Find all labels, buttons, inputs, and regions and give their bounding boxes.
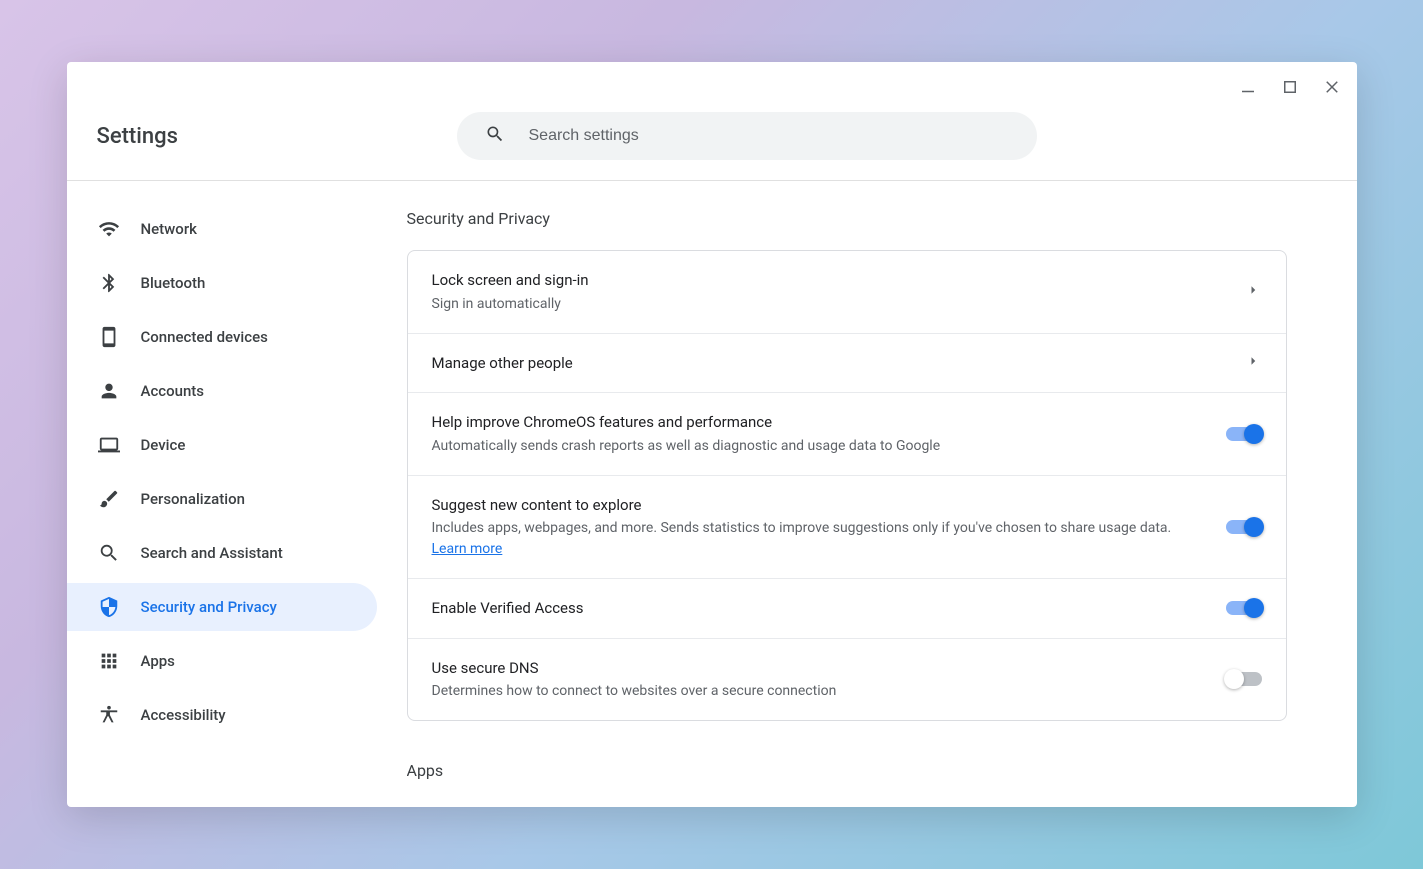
row-desc: Includes apps, webpages, and more. Sends… (432, 518, 1206, 560)
sidebar-item-label: Device (141, 436, 186, 454)
close-button[interactable] (1323, 78, 1341, 96)
settings-window: Settings Network Bluetooth Connected devic… (67, 62, 1357, 807)
toggle-help-improve[interactable] (1226, 427, 1262, 441)
row-text: Manage other people (432, 352, 1244, 375)
sidebar-item-network[interactable]: Network (67, 205, 377, 253)
row-text: Use secure DNSDetermines how to connect … (432, 657, 1226, 703)
row-text: Suggest new content to exploreIncludes a… (432, 494, 1226, 561)
chevron-wrap (1244, 281, 1262, 303)
row-manage-people[interactable]: Manage other people (408, 334, 1286, 394)
brush-icon (97, 487, 121, 511)
toggle-secure-dns[interactable] (1226, 672, 1262, 686)
laptop-icon (97, 433, 121, 457)
close-icon (1323, 78, 1341, 96)
toggle-knob (1244, 424, 1264, 444)
maximize-icon (1281, 78, 1299, 96)
sidebar-item-connected-devices[interactable]: Connected devices (67, 313, 377, 361)
sidebar-item-label: Network (141, 220, 197, 238)
maximize-button[interactable] (1281, 78, 1299, 96)
sidebar-item-personalization[interactable]: Personalization (67, 475, 377, 523)
section-title: Security and Privacy (407, 209, 1287, 228)
minimize-button[interactable] (1239, 78, 1257, 96)
row-secure-dns[interactable]: Use secure DNSDetermines how to connect … (408, 639, 1286, 721)
sidebar-item-apps[interactable]: Apps (67, 637, 377, 685)
page-title: Settings (97, 124, 457, 149)
apps-icon (97, 649, 121, 673)
chevron-right-icon (1244, 352, 1262, 370)
content: Security and Privacy Lock screen and sig… (407, 181, 1357, 807)
header: Settings (67, 112, 1357, 181)
sidebar-item-security-privacy[interactable]: Security and Privacy (67, 583, 377, 631)
toggle-knob (1224, 669, 1244, 689)
person-icon (97, 379, 121, 403)
row-desc: Sign in automatically (432, 294, 1224, 315)
sidebar-item-accessibility[interactable]: Accessibility (67, 691, 377, 739)
sidebar-item-label: Accounts (141, 382, 205, 400)
row-desc: Automatically sends crash reports as wel… (432, 436, 1206, 457)
chevron-wrap (1244, 352, 1262, 374)
settings-card: Lock screen and sign-inSign in automatic… (407, 250, 1287, 721)
sidebar-item-label: Accessibility (141, 706, 226, 724)
sidebar-item-accounts[interactable]: Accounts (67, 367, 377, 415)
row-lock-screen[interactable]: Lock screen and sign-inSign in automatic… (408, 251, 1286, 334)
sidebar-item-label: Bluetooth (141, 274, 206, 292)
minimize-icon (1239, 78, 1257, 96)
row-title: Lock screen and sign-in (432, 269, 1224, 292)
toggle-suggest-content[interactable] (1226, 520, 1262, 534)
toggle-knob (1244, 517, 1264, 537)
row-title: Help improve ChromeOS features and perfo… (432, 411, 1206, 434)
row-help-improve[interactable]: Help improve ChromeOS features and perfo… (408, 393, 1286, 476)
sidebar-item-label: Apps (141, 652, 175, 670)
accessibility-icon (97, 703, 121, 727)
row-verified-access[interactable]: Enable Verified Access (408, 579, 1286, 639)
sidebar: Network Bluetooth Connected devices Account… (67, 181, 407, 807)
sidebar-item-device[interactable]: Device (67, 421, 377, 469)
row-title: Suggest new content to explore (432, 494, 1206, 517)
wifi-icon (97, 217, 121, 241)
row-desc: Determines how to connect to websites ov… (432, 681, 1206, 702)
sidebar-item-label: Connected devices (141, 328, 268, 346)
sidebar-item-label: Search and Assistant (141, 544, 283, 562)
sidebar-item-bluetooth[interactable]: Bluetooth (67, 259, 377, 307)
row-text: Lock screen and sign-inSign in automatic… (432, 269, 1244, 315)
row-suggest-content[interactable]: Suggest new content to exploreIncludes a… (408, 476, 1286, 580)
row-text: Help improve ChromeOS features and perfo… (432, 411, 1226, 457)
row-text: Enable Verified Access (432, 597, 1226, 620)
learn-more-link[interactable]: Learn more (432, 541, 503, 557)
bluetooth-icon (97, 271, 121, 295)
body: Network Bluetooth Connected devices Account… (67, 181, 1357, 807)
window-titlebar (67, 62, 1357, 112)
search-icon (97, 541, 121, 565)
search-icon (485, 124, 505, 148)
phone-icon (97, 325, 121, 349)
search-container (457, 112, 1037, 160)
sidebar-item-search-assistant[interactable]: Search and Assistant (67, 529, 377, 577)
toggle-knob (1244, 598, 1264, 618)
sidebar-item-label: Security and Privacy (141, 598, 277, 616)
row-title: Enable Verified Access (432, 597, 1206, 620)
chevron-right-icon (1244, 281, 1262, 299)
row-title: Use secure DNS (432, 657, 1206, 680)
toggle-verified-access[interactable] (1226, 601, 1262, 615)
sidebar-item-label: Personalization (141, 490, 245, 508)
search-input[interactable] (457, 112, 1037, 160)
shield-icon (97, 595, 121, 619)
next-section-title: Apps (407, 761, 1287, 780)
row-title: Manage other people (432, 352, 1224, 375)
